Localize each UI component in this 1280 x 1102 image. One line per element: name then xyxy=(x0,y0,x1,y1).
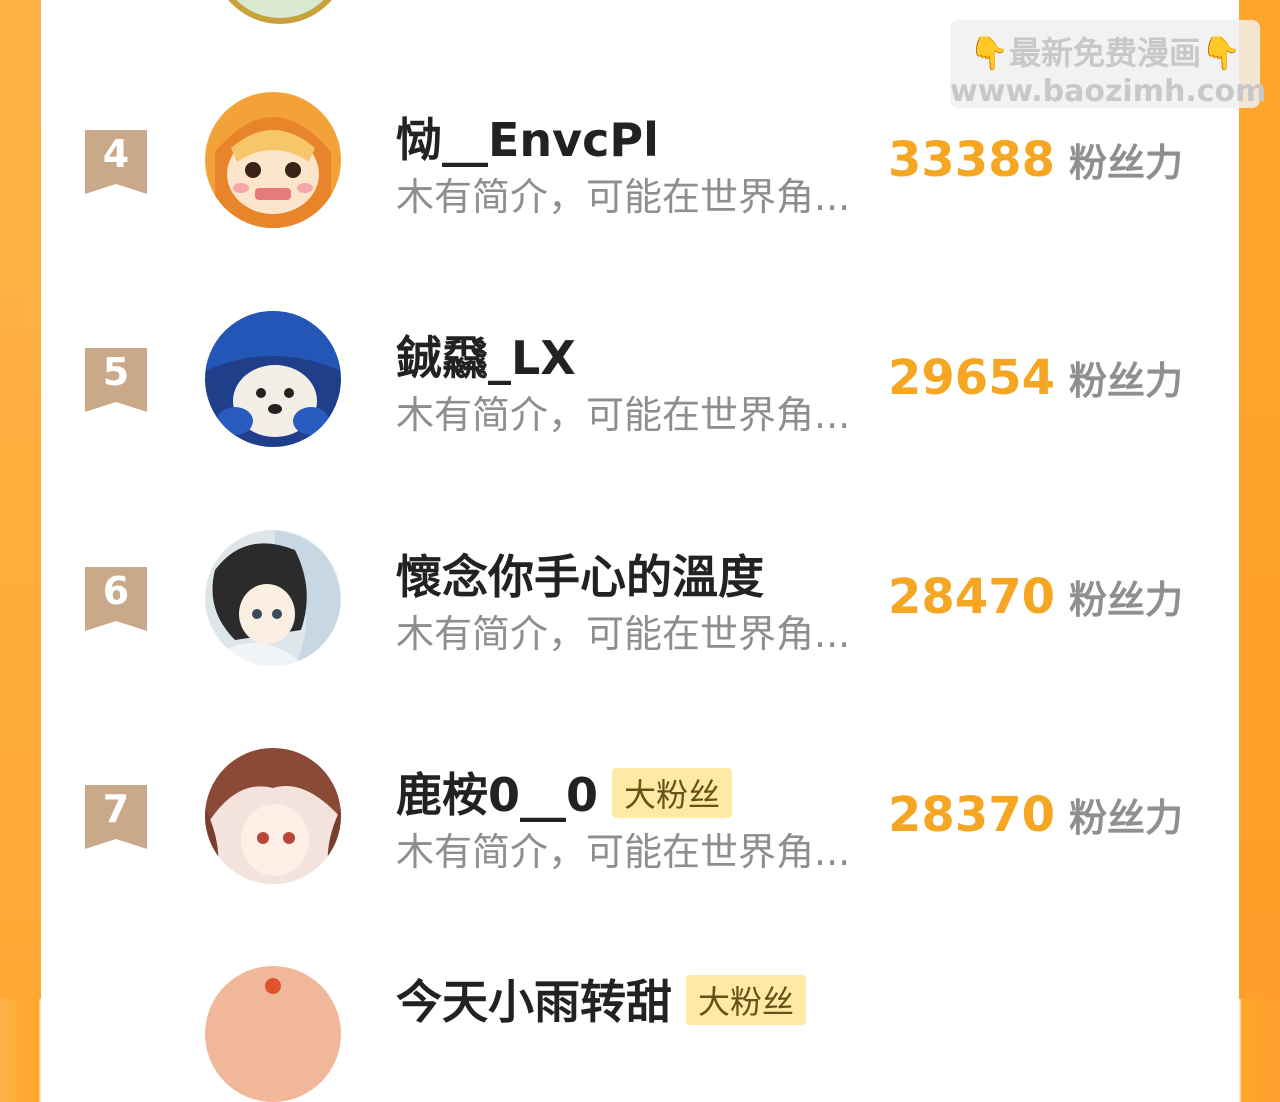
user-name-text: 恸__EnvcPl xyxy=(396,113,659,167)
big-fan-badge: 大粉丝 xyxy=(686,974,807,1025)
rank-badge: 7 xyxy=(85,785,147,849)
fans-power: 29654 粉丝力 xyxy=(888,350,1183,406)
rank-badge: 6 xyxy=(85,567,147,631)
rank-badge: 4 xyxy=(85,130,147,194)
user-name[interactable]: 鹿桉0__0 大粉丝 xyxy=(396,759,733,825)
user-name[interactable]: 鋮飝_LX xyxy=(396,322,576,388)
avatar-partial-bottom[interactable] xyxy=(205,966,341,1102)
fans-count: 29654 xyxy=(888,350,1055,406)
user-name-text: 懷念你手心的溫度 xyxy=(396,550,764,604)
avatar[interactable] xyxy=(205,530,341,666)
user-name-text: 鋮飝_LX xyxy=(396,331,576,385)
user-intro: 木有简介，可能在世界角... xyxy=(396,393,851,437)
user-name[interactable]: 恸__EnvcPl xyxy=(396,104,659,170)
user-intro: 木有简介，可能在世界角... xyxy=(396,612,851,656)
rank-number: 7 xyxy=(102,787,130,831)
fans-power: 28470 粉丝力 xyxy=(888,569,1183,625)
user-intro: 木有简介，可能在世界角... xyxy=(396,830,851,874)
fans-unit: 粉丝力 xyxy=(1069,141,1184,185)
fans-unit: 粉丝力 xyxy=(1069,796,1184,840)
rank-badge: 5 xyxy=(85,348,147,412)
fans-count: 28470 xyxy=(888,569,1055,625)
avatar[interactable] xyxy=(205,748,341,884)
watermark-title: 👇最新免费漫画👇 xyxy=(969,34,1241,72)
rank-number: 6 xyxy=(102,569,130,613)
fans-power: 28370 粉丝力 xyxy=(888,787,1183,843)
watermark-url: www.baozimh.com xyxy=(950,74,1267,109)
right-border xyxy=(1239,0,1280,999)
fans-count: 28370 xyxy=(888,787,1055,843)
user-name[interactable]: 懷念你手心的溫度 xyxy=(396,541,764,607)
user-name-text: 鹿桉0__0 xyxy=(396,768,599,822)
rank-number: 5 xyxy=(102,350,130,394)
fans-power: 33388 粉丝力 xyxy=(888,132,1183,188)
user-name-text: 今天小雨转甜 xyxy=(396,975,672,1029)
avatar[interactable] xyxy=(205,311,341,447)
rank-number: 4 xyxy=(102,132,130,176)
fans-count: 33388 xyxy=(888,132,1055,188)
avatar[interactable] xyxy=(205,92,341,228)
fans-unit: 粉丝力 xyxy=(1069,578,1184,622)
big-fan-badge: 大粉丝 xyxy=(612,767,733,818)
fans-unit: 粉丝力 xyxy=(1069,359,1184,403)
user-intro: 木有简介，可能在世界角... xyxy=(396,175,851,219)
watermark: 👇最新免费漫画👇 www.baozimh.com xyxy=(950,20,1267,109)
left-border xyxy=(0,0,41,999)
user-name-partial[interactable]: 今天小雨转甜 大粉丝 xyxy=(396,966,807,1032)
